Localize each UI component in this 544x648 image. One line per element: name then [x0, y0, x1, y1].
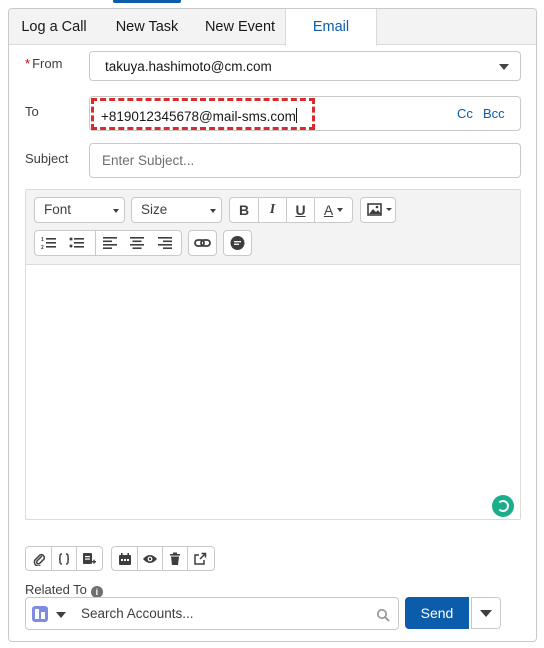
bulleted-list-button[interactable] [63, 231, 91, 255]
related-to-label: Related To i [25, 582, 103, 598]
font-select-label: Font [44, 202, 72, 217]
eye-icon [143, 554, 157, 563]
svg-text:2: 2 [41, 245, 44, 250]
text-color-button[interactable]: A [314, 198, 352, 222]
image-icon [367, 203, 392, 216]
tab-log-a-call[interactable]: Log a Call [9, 9, 99, 45]
from-label-text: From [32, 56, 63, 71]
tab-new-event[interactable]: New Event [195, 9, 285, 45]
to-value: +819012345678@mail-sms.com [101, 109, 296, 124]
related-to-lookup[interactable] [25, 597, 399, 630]
loading-spinner-icon [492, 495, 514, 517]
chevron-down-icon [337, 208, 344, 212]
to-label: To [25, 104, 39, 119]
delete-button[interactable] [162, 547, 187, 570]
merge-field-icon [58, 552, 70, 565]
subject-input[interactable] [90, 144, 490, 177]
from-value: takuya.hashimoto@cm.com [105, 59, 272, 74]
tab-new-task[interactable]: New Task [99, 9, 195, 45]
search-icon [377, 609, 390, 622]
chevron-down-icon [480, 610, 492, 617]
list-align-group: 1 2 [34, 230, 182, 256]
preview-button[interactable] [137, 547, 162, 570]
schedule-send-button[interactable] [112, 547, 137, 570]
underline-button[interactable]: U [286, 198, 314, 222]
send-button[interactable]: Send [405, 597, 469, 629]
attach-group [25, 546, 103, 571]
editor-toolbar: Font Size B I U A 1 2 [26, 190, 520, 265]
align-right-icon [158, 237, 172, 249]
font-select[interactable]: Font [34, 197, 125, 223]
template-icon [83, 552, 96, 564]
top-accent-bar [113, 0, 181, 3]
from-label: * From [25, 56, 62, 71]
subject-field[interactable] [89, 143, 521, 178]
bold-icon: B [238, 202, 250, 218]
publisher-panel: Log a Call New Task New Event Email * Fro… [8, 8, 537, 642]
chevron-down-icon [499, 64, 509, 70]
tab-email[interactable]: Email [285, 9, 377, 46]
svg-text:1: 1 [41, 237, 44, 243]
insert-template-button[interactable] [76, 547, 101, 570]
size-select-label: Size [141, 202, 168, 217]
cc-link[interactable]: Cc [457, 106, 473, 121]
align-center-button[interactable] [123, 231, 151, 255]
subject-label: Subject [25, 151, 69, 166]
send-options-button[interactable] [471, 597, 501, 629]
trash-icon [170, 552, 180, 565]
email-actions-group [111, 546, 215, 571]
text-color-icon: A [323, 202, 334, 218]
insert-image-button[interactable] [360, 197, 396, 223]
text-cursor [295, 108, 297, 123]
italic-button[interactable]: I [258, 198, 286, 222]
chevron-down-icon[interactable] [56, 612, 66, 618]
pop-out-button[interactable] [187, 547, 212, 570]
quick-text-button[interactable] [223, 230, 252, 256]
insert-link-button[interactable] [188, 230, 217, 256]
chevron-down-icon [210, 209, 216, 213]
paperclip-icon [33, 553, 45, 566]
numbered-list-icon: 1 2 [41, 237, 56, 250]
related-to-text: Related To [25, 582, 87, 597]
align-left-icon [102, 237, 117, 249]
attach-file-button[interactable] [26, 547, 51, 570]
text-format-group: B I U A [229, 197, 353, 223]
bold-button[interactable]: B [230, 198, 258, 222]
search-accounts-input[interactable] [79, 598, 369, 629]
from-select[interactable]: takuya.hashimoto@cm.com [89, 51, 521, 81]
to-value-highlight[interactable]: +819012345678@mail-sms.com [91, 98, 315, 130]
quick-text-icon [230, 236, 245, 250]
pop-out-icon [194, 552, 207, 565]
rich-text-editor: Font Size B I U A 1 2 [25, 189, 521, 520]
numbered-list-button[interactable]: 1 2 [35, 231, 63, 255]
merge-field-button[interactable] [51, 547, 76, 570]
align-right-button[interactable] [151, 231, 179, 255]
calendar-icon [118, 552, 131, 565]
required-marker: * [25, 56, 31, 71]
size-select[interactable]: Size [131, 197, 222, 223]
email-body-editor[interactable] [26, 265, 520, 519]
align-left-button[interactable] [95, 231, 123, 255]
account-object-icon[interactable] [32, 606, 48, 622]
align-center-icon [130, 237, 144, 249]
bulleted-list-icon [69, 237, 84, 248]
bcc-link[interactable]: Bcc [483, 106, 505, 121]
link-icon [194, 239, 211, 247]
tab-bar: Log a Call New Task New Event Email [9, 9, 536, 46]
chevron-down-icon [113, 209, 119, 213]
underline-icon: U [295, 202, 306, 218]
italic-icon: I [269, 202, 276, 217]
